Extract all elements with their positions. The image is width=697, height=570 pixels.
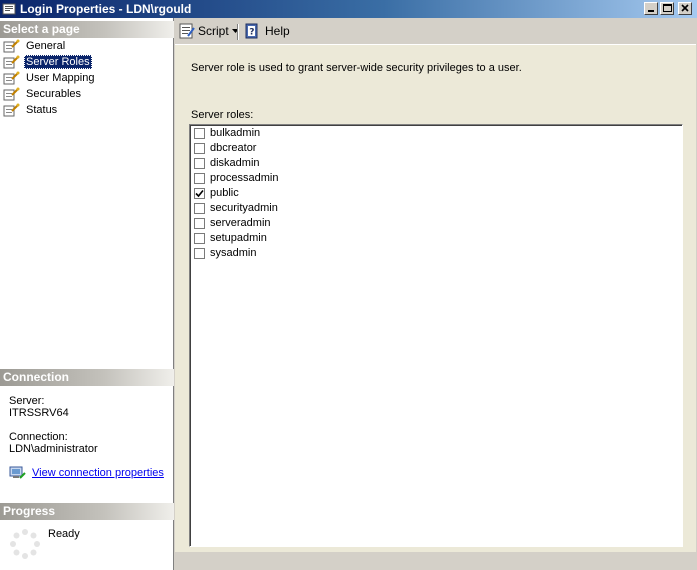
checkmark-icon (195, 189, 204, 198)
role-row-processadmin[interactable]: processadmin (194, 171, 494, 186)
connection-header: Connection (0, 369, 174, 386)
window-title: Login Properties - LDN\rgould (20, 2, 192, 16)
page-wrench-icon (3, 39, 20, 53)
progress-status: Ready (48, 528, 80, 540)
role-checkbox[interactable] (194, 158, 205, 169)
role-row-securityadmin[interactable]: securityadmin (194, 201, 494, 216)
dialog-button-strip (175, 552, 696, 570)
server-roles-label: Server roles: (191, 109, 254, 121)
script-button[interactable]: Script (178, 22, 239, 40)
close-button[interactable] (678, 2, 692, 15)
page-wrench-icon (3, 87, 20, 101)
role-checkbox[interactable] (194, 203, 205, 214)
maximize-button[interactable] (660, 2, 674, 15)
role-row-public[interactable]: public (194, 186, 494, 201)
page-wrench-icon (3, 71, 20, 85)
role-label: bulkadmin (210, 127, 261, 139)
role-row-sysadmin[interactable]: sysadmin (194, 246, 494, 261)
select-page-header: Select a page (0, 21, 174, 38)
title-bar[interactable]: Login Properties - LDN\rgould (0, 0, 697, 18)
help-button[interactable]: ? Help (244, 22, 294, 40)
content-panel: Server role is used to grant server-wide… (175, 44, 696, 570)
page-item-securables[interactable]: Securables (2, 86, 172, 102)
help-book-icon: ? (245, 23, 258, 39)
page-item-server-roles[interactable]: Server Roles (2, 54, 172, 70)
connection-properties-icon (9, 466, 26, 479)
minimize-icon (648, 10, 654, 12)
role-row-bulkadmin[interactable]: bulkadmin (194, 126, 494, 141)
role-label: public (210, 187, 239, 199)
role-label: diskadmin (210, 157, 260, 169)
page-item-label: Server Roles (24, 55, 92, 69)
role-checkbox[interactable] (194, 188, 205, 199)
minimize-button[interactable] (644, 2, 658, 15)
role-row-diskadmin[interactable]: diskadmin (194, 156, 494, 171)
svg-text:?: ? (249, 28, 254, 38)
connection-value: LDN\administrator (9, 443, 98, 455)
role-row-setupadmin[interactable]: setupadmin (194, 231, 494, 246)
page-item-general[interactable]: General (2, 38, 172, 54)
role-label: processadmin (210, 172, 279, 184)
properties-icon (2, 3, 16, 15)
role-label: dbcreator (210, 142, 257, 154)
server-value: ITRSSRV64 (9, 407, 69, 419)
close-icon (681, 4, 689, 12)
script-icon (179, 23, 195, 39)
view-connection-properties-link[interactable]: View connection properties (32, 467, 164, 480)
role-checkbox[interactable] (194, 128, 205, 139)
role-checkbox[interactable] (194, 248, 205, 259)
role-row-dbcreator[interactable]: dbcreator (194, 141, 494, 156)
page-wrench-icon (3, 55, 20, 69)
role-label: setupadmin (210, 232, 267, 244)
role-checkbox[interactable] (194, 173, 205, 184)
role-checkbox[interactable] (194, 233, 205, 244)
script-label: Script (198, 24, 229, 38)
page-item-label: Securables (26, 88, 82, 100)
page-item-label: User Mapping (26, 72, 95, 84)
toolbar-divider (175, 44, 696, 45)
toolbar: Script ? Help (175, 18, 697, 44)
role-label: securityadmin (210, 202, 278, 214)
role-checkbox[interactable] (194, 143, 205, 154)
role-checkbox[interactable] (194, 218, 205, 229)
page-item-label: Status (26, 104, 58, 116)
progress-header: Progress (0, 503, 174, 520)
role-row-serveradmin[interactable]: serveradmin (194, 216, 494, 231)
left-pane: Select a page General Server Roles User … (0, 18, 174, 570)
server-role-description: Server role is used to grant server-wide… (191, 62, 522, 74)
page-item-label: General (26, 40, 66, 52)
page-item-status[interactable]: Status (2, 102, 172, 118)
help-label: Help (265, 24, 290, 38)
maximize-icon (663, 4, 672, 12)
role-label: serveradmin (210, 217, 271, 229)
role-label: sysadmin (210, 247, 257, 259)
progress-spinner-icon (10, 529, 40, 559)
server-roles-list[interactable]: bulkadmin dbcreator diskadmin processadm… (189, 124, 683, 547)
page-wrench-icon (3, 103, 20, 117)
page-item-user-mapping[interactable]: User Mapping (2, 70, 172, 86)
toolbar-separator (237, 24, 239, 40)
